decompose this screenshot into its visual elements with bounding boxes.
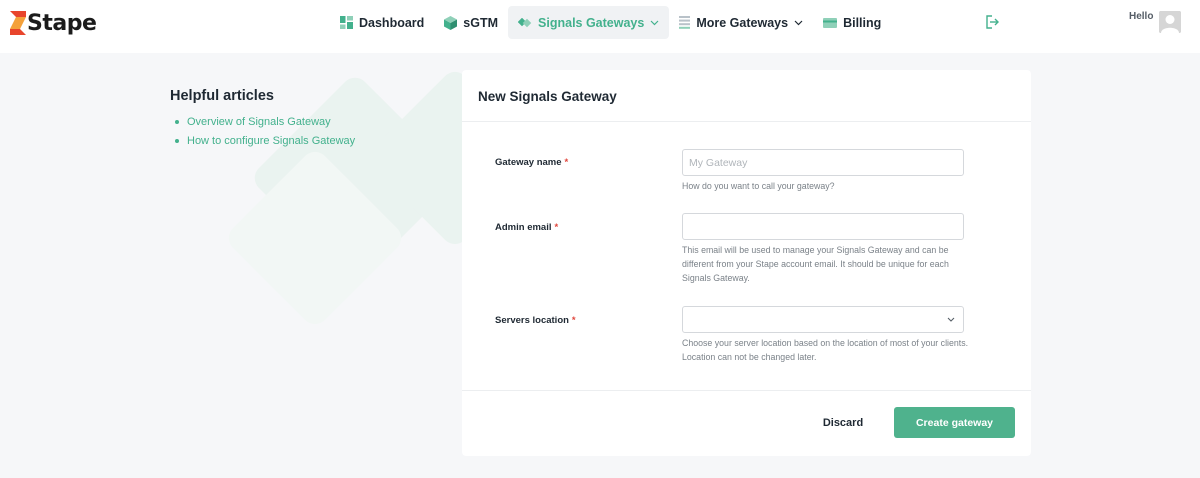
admin-email-label: Admin email *: [495, 222, 558, 233]
chevron-down-icon: [650, 20, 659, 25]
nav-sgtm[interactable]: sGTM: [434, 6, 508, 39]
helpful-articles: Helpful articles Overview of Signals Gat…: [170, 88, 355, 154]
servers-location-select[interactable]: [682, 306, 964, 333]
servers-location-help: Choose your server location based on the…: [682, 338, 969, 362]
articles-list: Overview of Signals Gateway How to confi…: [170, 116, 355, 147]
admin-email-help: This email will be used to manage your S…: [682, 245, 949, 283]
gateway-name-help: How do you want to call your gateway?: [682, 181, 835, 191]
list-item: Overview of Signals Gateway: [170, 116, 355, 128]
logout-icon[interactable]: [984, 14, 1000, 30]
signals-diamond-icon: [518, 17, 532, 27]
gateway-name-label: Gateway name *: [495, 157, 568, 168]
bullet-icon: [175, 139, 179, 143]
servers-location-label: Servers location *: [495, 315, 576, 326]
create-gateway-button[interactable]: Create gateway: [894, 407, 1015, 438]
article-link-configure[interactable]: How to configure Signals Gateway: [187, 135, 355, 147]
form-title: New Signals Gateway: [478, 89, 617, 104]
stape-logo-icon: [10, 11, 26, 35]
gateway-name-label-text: Gateway name: [495, 157, 562, 168]
list-icon: [679, 16, 691, 29]
required-mark: *: [554, 222, 559, 233]
user-greeting: Hello: [1129, 11, 1154, 22]
chevron-down-icon: [947, 317, 955, 322]
nav-more-gateways-label: More Gateways: [696, 15, 789, 30]
list-item: How to configure Signals Gateway: [170, 135, 355, 147]
gateway-name-input[interactable]: [682, 149, 964, 176]
dashboard-grid-icon: [340, 16, 353, 29]
main-nav: Dashboard sGTM Signals Gateways More Gat…: [330, 6, 891, 39]
cube-icon: [444, 15, 458, 30]
article-link-overview[interactable]: Overview of Signals Gateway: [187, 116, 331, 128]
credit-card-icon: [823, 17, 838, 28]
nav-billing[interactable]: Billing: [813, 6, 891, 39]
admin-email-input[interactable]: [682, 213, 964, 240]
top-header: Stape Dashboard sGTM Signals Gateways Mo…: [0, 0, 1200, 53]
divider: [462, 121, 1031, 122]
helpful-articles-title: Helpful articles: [170, 88, 274, 104]
user-avatar-icon: [1159, 11, 1181, 33]
discard-button[interactable]: Discard: [810, 407, 876, 438]
avatar[interactable]: [1159, 11, 1181, 33]
required-mark: *: [564, 157, 569, 168]
required-mark: *: [571, 315, 576, 326]
bullet-icon: [175, 120, 179, 124]
servers-location-label-text: Servers location: [495, 315, 569, 326]
nav-more-gateways[interactable]: More Gateways: [669, 6, 813, 39]
nav-signals-gateways-label: Signals Gateways: [538, 15, 645, 30]
nav-billing-label: Billing: [843, 15, 882, 30]
nav-signals-gateways[interactable]: Signals Gateways: [508, 6, 670, 39]
nav-dashboard-label: Dashboard: [359, 15, 425, 30]
divider: [462, 390, 1031, 391]
nav-sgtm-label: sGTM: [463, 15, 499, 30]
nav-dashboard[interactable]: Dashboard: [330, 6, 434, 39]
stape-logo[interactable]: Stape: [10, 9, 97, 37]
brand-name: Stape: [27, 10, 97, 36]
new-gateway-card: New Signals Gateway Gateway name* How do…: [462, 70, 1031, 456]
chevron-down-icon: [794, 20, 803, 25]
admin-email-label-text: Admin email: [495, 222, 552, 233]
